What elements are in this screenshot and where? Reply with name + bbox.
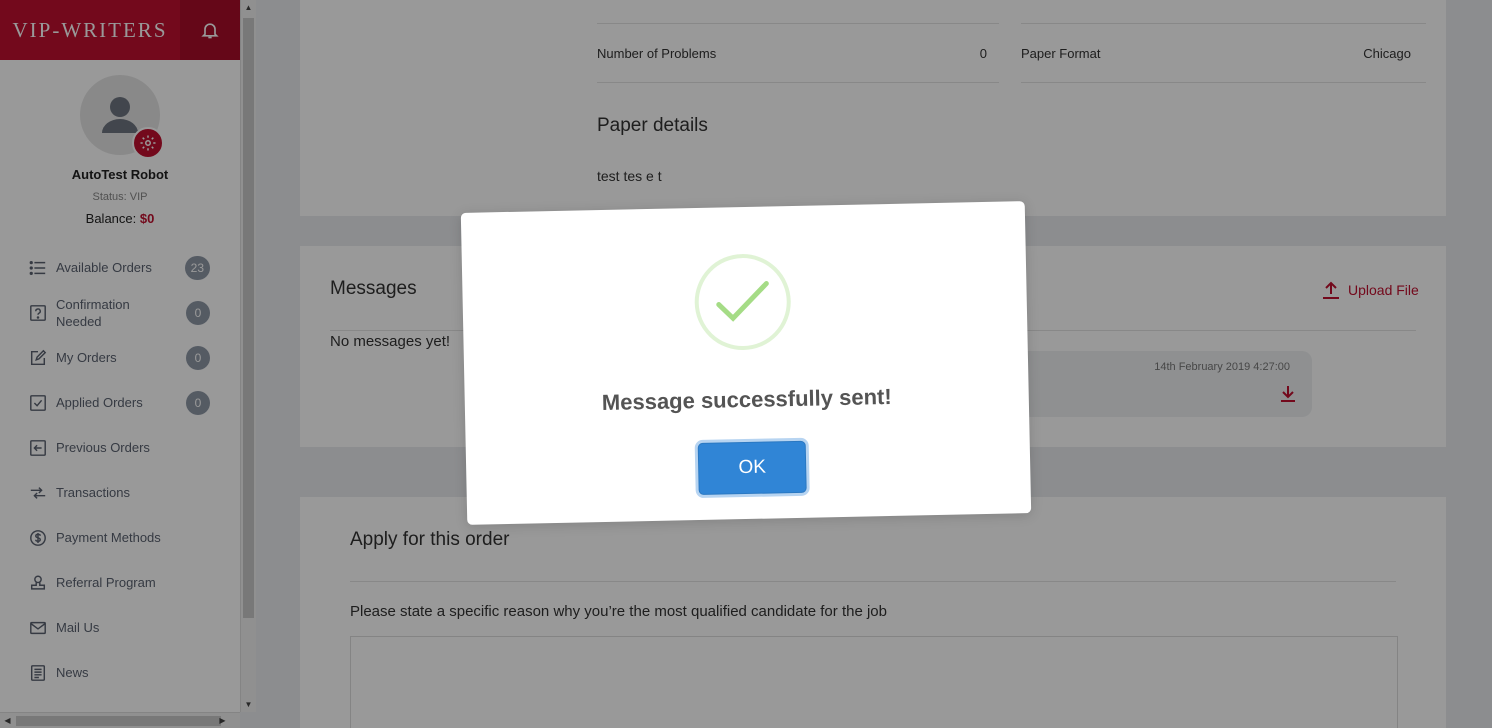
success-check-icon [693,253,792,352]
success-modal: Message successfully sent! OK [460,201,1032,525]
ok-button[interactable]: OK [697,440,807,496]
modal-title: Message successfully sent! [601,383,892,416]
